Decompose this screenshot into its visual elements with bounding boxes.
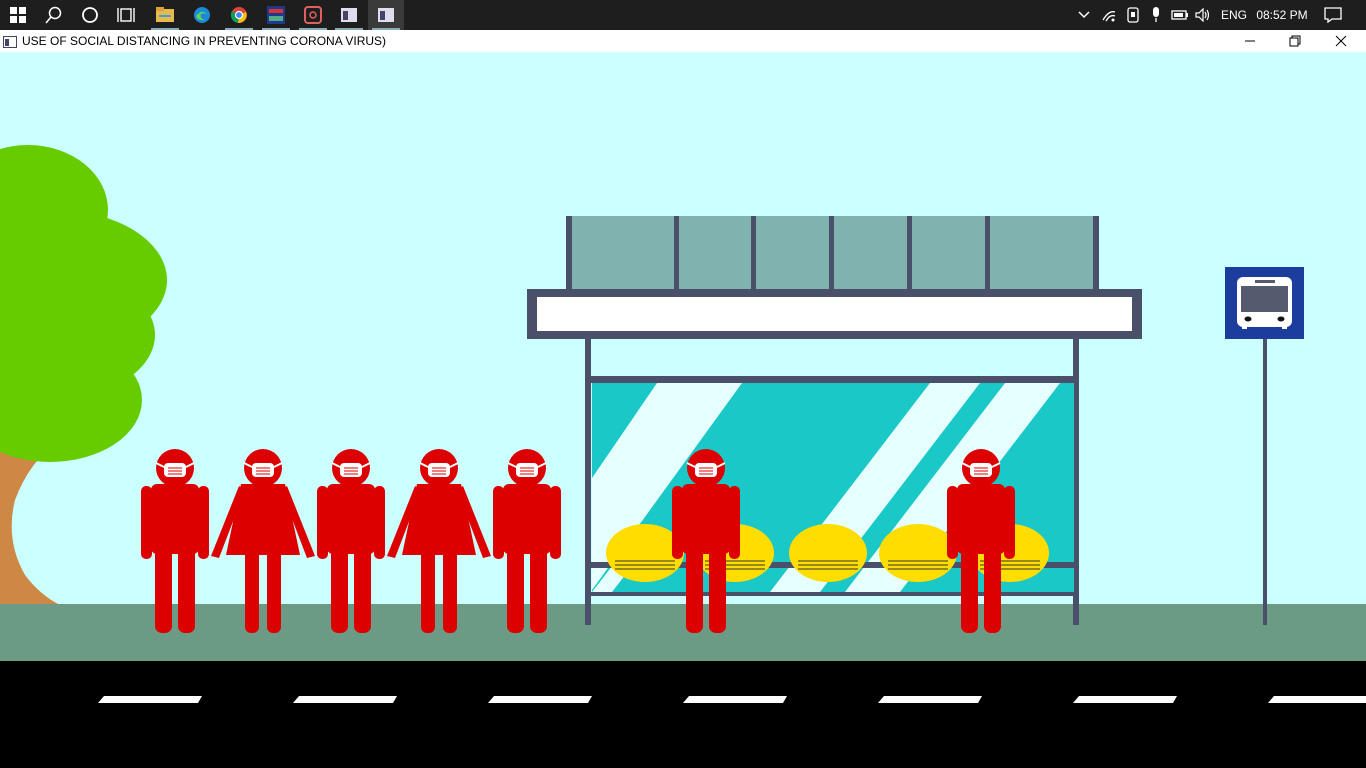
scene-canvas	[0, 52, 1366, 768]
bench-seat	[879, 524, 957, 582]
lane-mark	[1073, 696, 1177, 703]
masked-head	[331, 448, 371, 488]
task-view-icon[interactable]	[108, 0, 144, 30]
dev-app-icon[interactable]	[258, 0, 294, 30]
shelter-bottom-rail	[591, 592, 1074, 596]
masked-head	[686, 448, 726, 488]
bench-seat	[789, 524, 867, 582]
notification-icon[interactable]	[1320, 0, 1346, 30]
shelter-post-left	[585, 339, 591, 625]
search-icon[interactable]	[36, 0, 72, 30]
battery-icon[interactable]	[1169, 0, 1191, 30]
phone-link-icon[interactable]	[1123, 0, 1143, 30]
microphone-icon[interactable]	[1146, 0, 1166, 30]
app-window-icon	[3, 35, 17, 53]
volume-icon[interactable]	[1193, 0, 1213, 30]
lane-mark	[293, 696, 397, 703]
masked-head	[507, 448, 547, 488]
file-explorer-icon[interactable]	[147, 0, 183, 30]
masked-head	[243, 448, 283, 488]
taskbar: ENG 08:52 PM	[0, 0, 1366, 30]
edge-icon[interactable]	[184, 0, 220, 30]
masked-head	[155, 448, 195, 488]
lane-mark	[1268, 696, 1366, 703]
masked-head	[419, 448, 459, 488]
lane-mark	[98, 696, 202, 703]
running-app-icon[interactable]	[368, 0, 404, 30]
pdf-app-icon[interactable]	[295, 0, 331, 30]
road	[0, 661, 1366, 768]
pavement	[0, 604, 1366, 662]
window-title: USE OF SOCIAL DISTANCING IN PREVENTING C…	[22, 34, 387, 48]
lane-mark	[488, 696, 592, 703]
cortana-icon[interactable]	[72, 0, 108, 30]
chrome-icon[interactable]	[221, 0, 257, 30]
window-title-bar: USE OF SOCIAL DISTANCING IN PREVENTING C…	[0, 30, 1366, 52]
wifi-icon[interactable]	[1099, 0, 1119, 30]
language-indicator[interactable]: ENG	[1217, 0, 1251, 30]
lane-mark	[878, 696, 982, 703]
scene-drawing	[0, 52, 1366, 768]
clock[interactable]: 08:52 PM	[1254, 0, 1310, 30]
chevron-up-icon[interactable]	[1074, 0, 1094, 30]
close-button[interactable]	[1318, 30, 1364, 52]
masked-head	[961, 448, 1001, 488]
sign-pole	[1263, 337, 1267, 625]
shelter-sign-panel	[537, 297, 1132, 331]
lane-mark	[683, 696, 787, 703]
minimize-button[interactable]	[1227, 30, 1273, 52]
restore-button[interactable]	[1272, 30, 1318, 52]
bus-shelter	[527, 216, 1142, 625]
app-window-icon[interactable]	[331, 0, 367, 30]
windows-start-icon[interactable]	[0, 0, 36, 30]
